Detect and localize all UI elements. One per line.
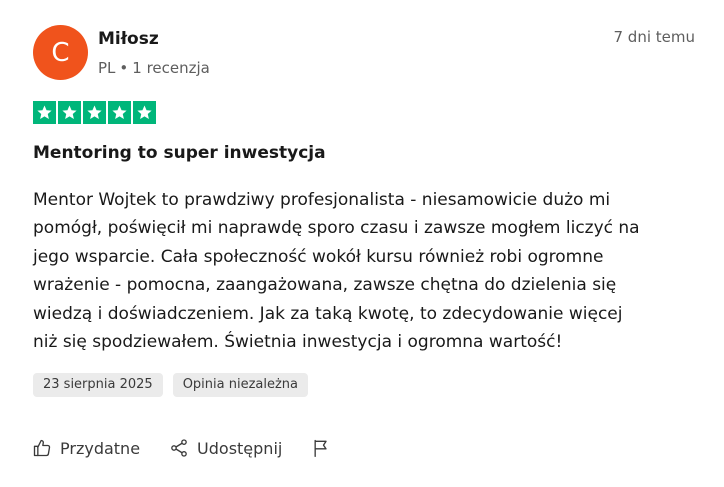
report-button[interactable] bbox=[311, 437, 331, 459]
review-card: C Miłosz PL • 1 recenzja 7 dni temu Mentor… bbox=[0, 0, 724, 487]
review-text-line: pomógł, poświęcił mi naprawdę sporo czas… bbox=[33, 218, 640, 239]
share-button[interactable]: Udostępnij bbox=[169, 438, 282, 458]
review-text-line: wiedzą i doświadczeniem. Jak za taką kwo… bbox=[33, 303, 623, 324]
star-icon bbox=[133, 101, 156, 124]
meta-separator: • bbox=[119, 59, 129, 77]
experience-date-chip: 23 sierpnia 2025 bbox=[33, 373, 163, 397]
star-icon bbox=[58, 101, 81, 124]
star-icon bbox=[108, 101, 131, 124]
avatar-initial: C bbox=[51, 37, 70, 68]
star-icon bbox=[83, 101, 106, 124]
review-text-line: niż się spodziewałem. Świetnia inwestycj… bbox=[33, 332, 563, 353]
thumbs-up-icon bbox=[33, 439, 51, 457]
reviewer-country: PL bbox=[98, 59, 116, 77]
helpful-button[interactable]: Przydatne bbox=[32, 438, 140, 458]
review-text-line: wrażenie - pomocna, zaangażowana, zawsze… bbox=[33, 275, 617, 296]
review-text: Mentor Wojtek to prawdziwy profesjonalis… bbox=[33, 186, 708, 356]
star-rating bbox=[33, 101, 156, 124]
reviewer-review-count: 1 recenzja bbox=[132, 59, 210, 77]
review-label-chip[interactable]: Opinia niezależna bbox=[172, 373, 309, 397]
share-icon bbox=[171, 439, 187, 457]
flag-icon bbox=[314, 439, 327, 457]
review-date-ago: 7 dni temu bbox=[613, 28, 695, 46]
reviewer-name[interactable]: Miłosz bbox=[98, 29, 159, 49]
avatar: C bbox=[33, 25, 88, 80]
review-chips: 23 sierpnia 2025 Opinia niezależna bbox=[33, 373, 309, 397]
helpful-label: Przydatne bbox=[60, 438, 141, 458]
review-actions: Przydatne Udostępnij bbox=[32, 435, 331, 461]
review-text-line: Mentor Wojtek to prawdziwy profesjonalis… bbox=[33, 190, 611, 210]
reviewer-meta: PL • 1 recenzja bbox=[98, 59, 210, 77]
share-label: Udostępnij bbox=[197, 438, 283, 458]
review-title: Mentoring to super inwestycja bbox=[33, 143, 326, 163]
review-text-line: jego wsparcie. Cała społeczność wokół ku… bbox=[33, 246, 604, 267]
star-icon bbox=[33, 101, 56, 124]
